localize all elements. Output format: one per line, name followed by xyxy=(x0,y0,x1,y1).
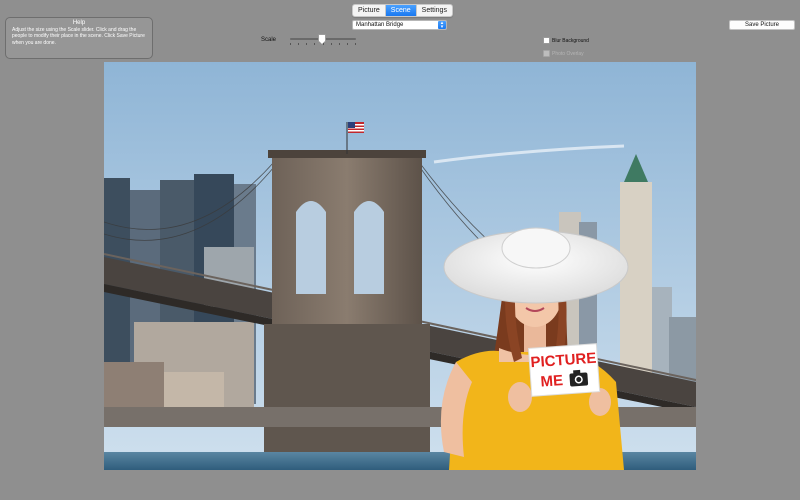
scale-slider[interactable] xyxy=(290,33,356,47)
help-text: Adjust the size using the Scale slider. … xyxy=(12,27,145,46)
tab-scene[interactable]: Scene xyxy=(385,5,417,16)
help-title: Help xyxy=(72,20,86,26)
tab-picture[interactable]: Picture xyxy=(353,5,386,16)
scale-slider-thumb[interactable] xyxy=(317,34,326,44)
blur-background-label: Blur Background xyxy=(552,37,589,44)
app-window: Picture Scene Settings Help Adjust the s… xyxy=(0,0,800,500)
photo-overlay-checkbox[interactable]: Photo Overlay xyxy=(543,50,584,57)
save-picture-button[interactable]: Save Picture xyxy=(729,20,795,30)
help-panel: Help Adjust the size using the Scale sli… xyxy=(5,17,153,59)
tab-settings[interactable]: Settings xyxy=(417,5,452,16)
scene-photo: PICTURE ME xyxy=(104,62,696,470)
checkbox-box xyxy=(543,37,550,44)
picture-me-sign: PICTURE ME xyxy=(527,343,601,397)
photo-overlay-label: Photo Overlay xyxy=(552,50,584,57)
scene-canvas[interactable]: PICTURE ME xyxy=(104,62,696,470)
checkbox-box xyxy=(543,50,550,57)
sign-text-line2: ME xyxy=(540,372,564,391)
mode-tab-control: Picture Scene Settings xyxy=(352,4,453,17)
scale-label: Scale xyxy=(261,37,277,43)
chevron-updown-icon: ▴ ▾ xyxy=(438,21,446,30)
scene-dropdown[interactable]: Manhattan Bridge ▴ ▾ xyxy=(352,20,447,30)
blur-background-checkbox[interactable]: Blur Background xyxy=(543,37,589,44)
scene-dropdown-value: Manhattan Bridge xyxy=(356,22,404,28)
